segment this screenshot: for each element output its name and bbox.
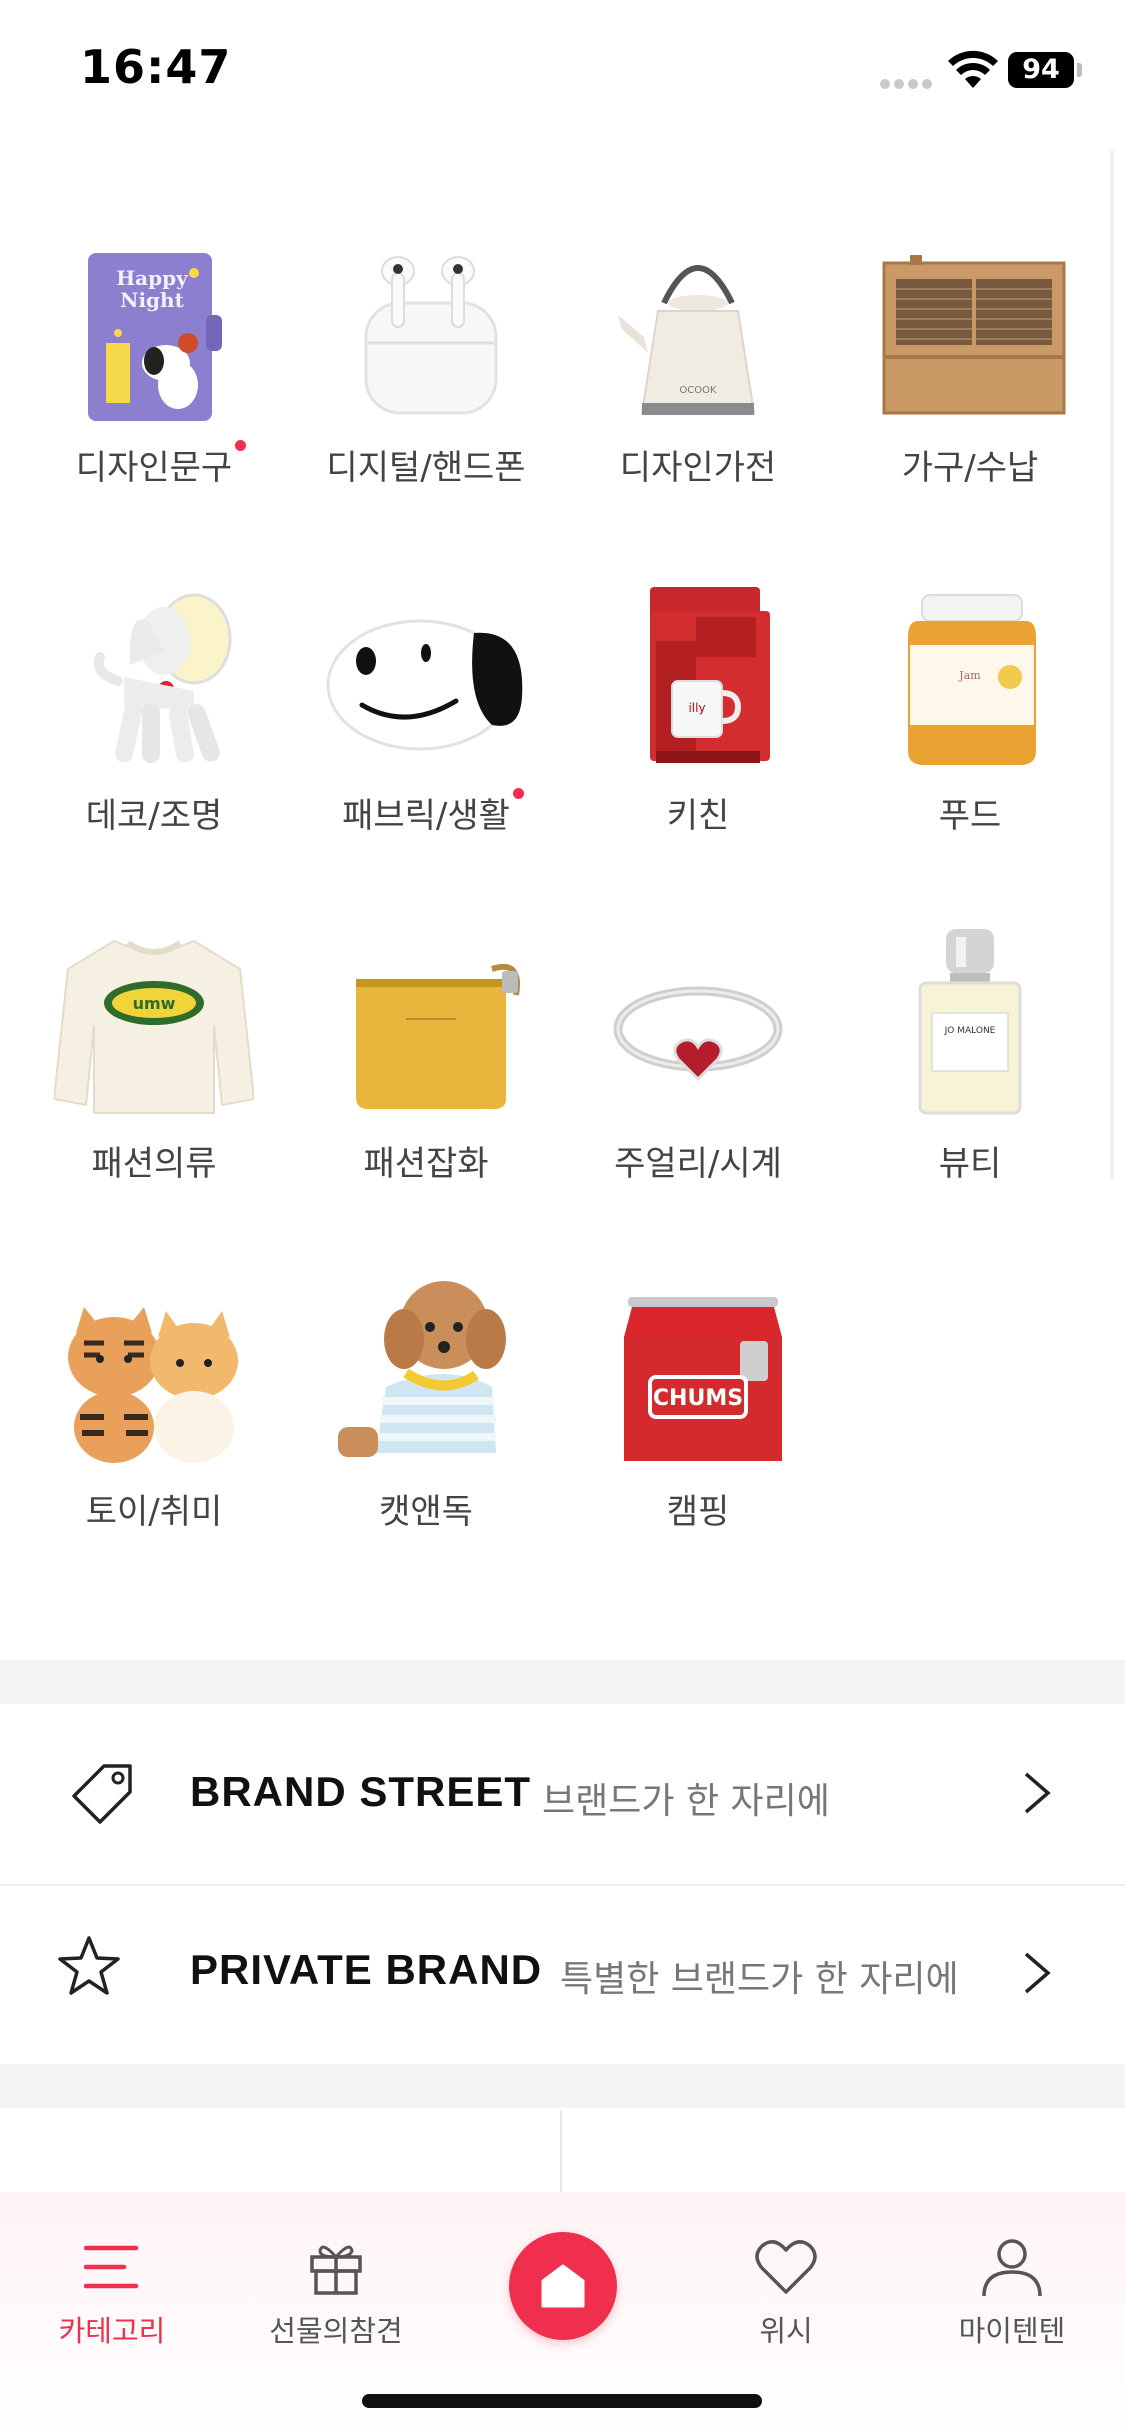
svg-text:OCOOK: OCOOK	[679, 385, 717, 396]
svg-text:umw: umw	[133, 994, 176, 1013]
brand-street-link[interactable]: BRAND STREET 브랜드가 한 자리에	[0, 1704, 1125, 1882]
category-label: 뷰티	[938, 1144, 1002, 1184]
svg-text:Happy: Happy	[116, 266, 189, 290]
private-brand-link[interactable]: PRIVATE BRAND 특별한 브랜드가 한 자리에	[0, 1886, 1125, 2064]
category-label: 디자인가전	[619, 448, 777, 488]
svg-text:CHUMS: CHUMS	[653, 1386, 743, 1411]
private-brand-title: PRIVATE BRAND	[190, 1946, 543, 1993]
category-grid: Happy Night 디자인문구 디지털/핸드폰 OCOOK 디자인가전 가구…	[18, 228, 1108, 1620]
svg-text:JO MALONE: JO MALONE	[944, 1026, 996, 1036]
tab-category[interactable]: 카테고리	[22, 2232, 202, 2372]
kettle-icon: OCOOK	[588, 228, 808, 428]
battery-cap	[1077, 63, 1082, 77]
brand-street-subtitle: 브랜드가 한 자리에	[542, 1781, 830, 1822]
chevron-right-icon	[1024, 1952, 1051, 1994]
person-icon	[977, 2232, 1047, 2302]
tab-gift[interactable]: 선물의참견	[246, 2232, 426, 2372]
category-item[interactable]: illy 키친	[562, 576, 834, 924]
category-item[interactable]: 가구/수납	[834, 228, 1106, 576]
category-item[interactable]: 디지털/핸드폰	[290, 228, 562, 576]
wifi-icon	[948, 50, 998, 88]
star-icon	[58, 1936, 120, 1995]
category-item[interactable]: Happy Night 디자인문구	[18, 228, 290, 576]
battery-indicator: 94	[1008, 52, 1074, 88]
category-label: 가구/수납	[901, 448, 1039, 488]
svg-text:Night: Night	[120, 288, 184, 312]
category-label: 캣앤독	[379, 1492, 473, 1532]
category-item[interactable]: 패션잡화	[290, 924, 562, 1272]
tab-wish[interactable]: 위시	[696, 2232, 876, 2372]
tab-my-tenten[interactable]: 마이텐텐	[922, 2232, 1102, 2372]
category-item[interactable]: umw 패션의류	[18, 924, 290, 1272]
scroll-edge	[1110, 150, 1114, 1180]
gift-icon	[301, 2232, 371, 2302]
home-button[interactable]	[509, 2232, 617, 2340]
pouch-icon	[316, 924, 536, 1124]
new-badge-dot	[235, 440, 247, 451]
menu-icon	[77, 2232, 147, 2302]
status-time: 16:47	[80, 40, 232, 94]
svg-text:Jam: Jam	[958, 669, 981, 682]
dog-lamp-icon	[44, 576, 264, 776]
category-item[interactable]: 데코/조명	[18, 576, 290, 924]
sweatshirt-icon: umw	[44, 924, 264, 1124]
category-label: 패브릭/생활	[342, 788, 524, 837]
category-item[interactable]: 토이/취미	[18, 1272, 290, 1620]
category-label: 푸드	[938, 796, 1002, 836]
tab-label: 마이텐텐	[958, 2314, 1066, 2348]
snoopy-cushion-icon	[316, 576, 536, 776]
category-label: 주얼리/시계	[614, 1144, 782, 1184]
category-label: 토이/취미	[85, 1492, 223, 1532]
category-label: 패션잡화	[363, 1144, 489, 1184]
planner-icon: Happy Night	[44, 228, 264, 428]
new-badge-dot	[512, 788, 524, 799]
category-label: 디지털/핸드폰	[326, 448, 526, 488]
chevron-right-icon	[1024, 1772, 1051, 1814]
section-divider	[0, 1660, 1125, 1704]
category-label: 키친	[666, 796, 730, 836]
tag-icon	[72, 1764, 132, 1824]
coffee-machine-icon: illy	[588, 576, 808, 776]
category-item[interactable]: 캣앤독	[290, 1272, 562, 1620]
category-item[interactable]: 주얼리/시계	[562, 924, 834, 1272]
ring-icon	[588, 924, 808, 1124]
cabinet-icon	[860, 228, 1080, 428]
category-item[interactable]: Jam 푸드	[834, 576, 1106, 924]
cooler-icon: CHUMS	[588, 1272, 808, 1472]
category-item[interactable]: CHUMS 캠핑	[562, 1272, 834, 1620]
home-indicator	[362, 2394, 762, 2408]
tab-label: 위시	[759, 2314, 813, 2348]
earbuds-icon	[316, 228, 536, 428]
category-item[interactable]: OCOOK 디자인가전	[562, 228, 834, 576]
content-split-line	[560, 2110, 562, 2200]
svg-text:illy: illy	[688, 701, 705, 715]
jam-jar-icon: Jam	[860, 576, 1080, 776]
brand-street-title: BRAND STREET	[190, 1768, 532, 1815]
perfume-icon: JO MALONE	[860, 924, 1080, 1124]
category-item[interactable]: 패브릭/생활	[290, 576, 562, 924]
status-bar: 16:47 94	[0, 0, 1125, 140]
category-label: 패션의류	[91, 1144, 217, 1184]
puppy-icon	[316, 1272, 536, 1472]
category-label: 디자인문구	[76, 440, 247, 489]
heart-icon	[751, 2232, 821, 2302]
category-item[interactable]: JO MALONE 뷰티	[834, 924, 1106, 1272]
cellular-signal-icon	[880, 74, 936, 89]
category-label: 캠핑	[666, 1492, 730, 1532]
tab-label: 선물의참견	[269, 2314, 403, 2348]
home-icon	[541, 2264, 585, 2308]
private-brand-subtitle: 특별한 브랜드가 한 자리에	[560, 1959, 959, 2000]
section-divider	[0, 2064, 1125, 2108]
category-label: 데코/조명	[85, 796, 223, 836]
tab-label: 카테고리	[58, 2314, 166, 2348]
tiger-figures-icon	[44, 1272, 264, 1472]
